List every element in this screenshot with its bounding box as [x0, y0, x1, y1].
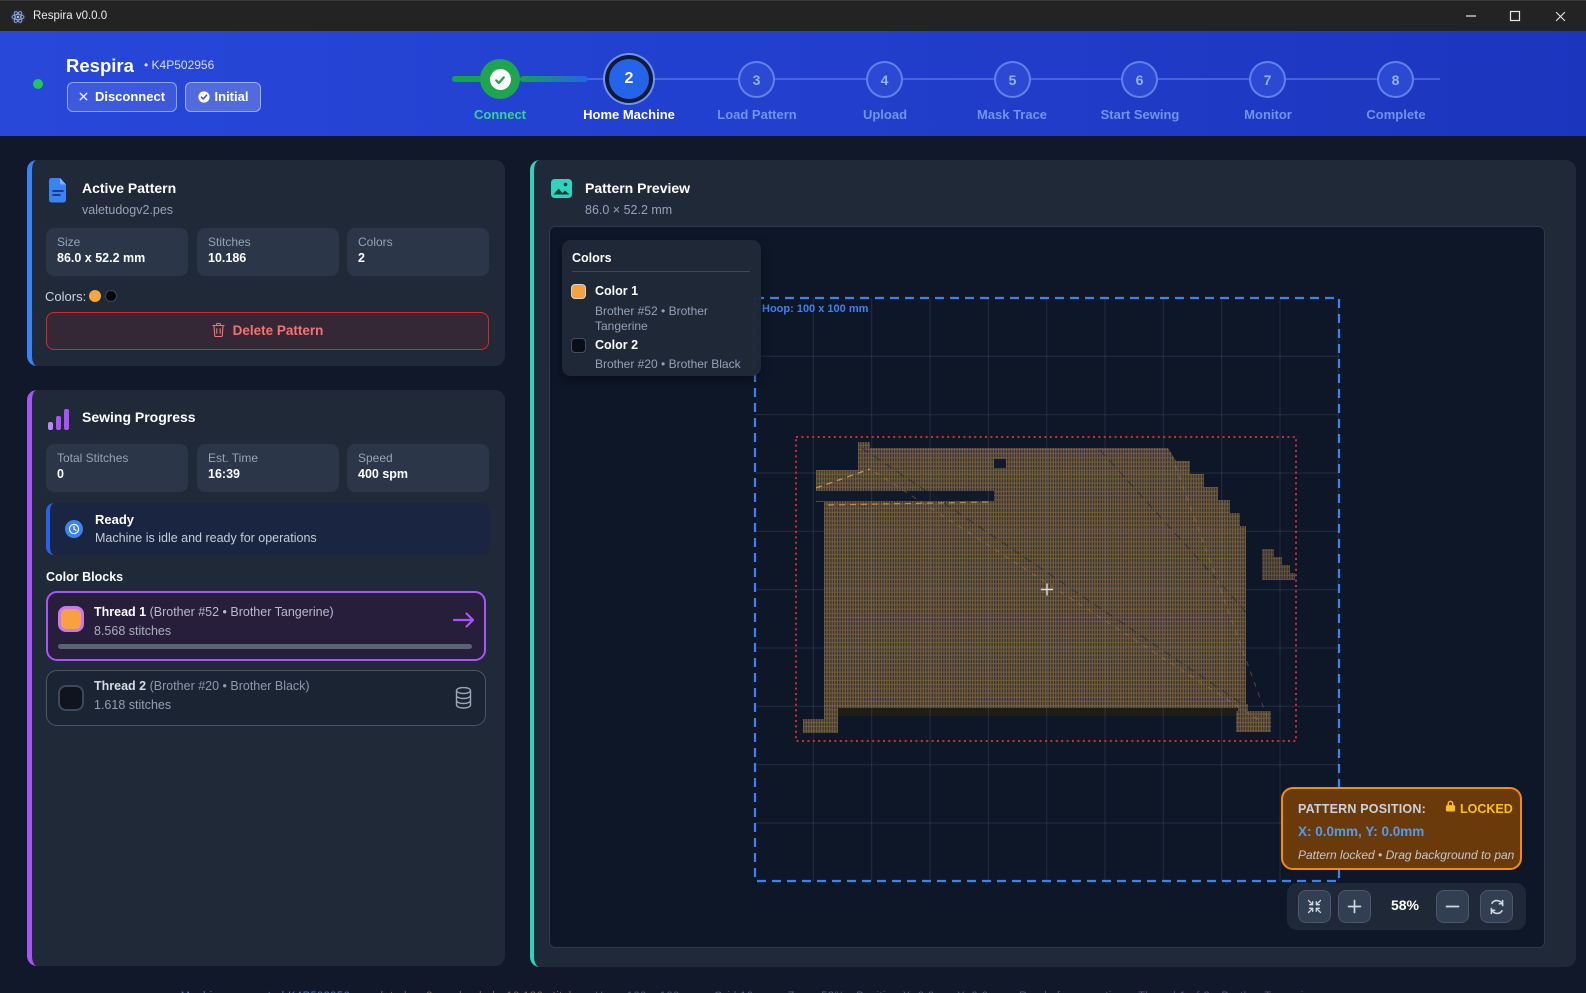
svg-text:Hoop: 100 x 100 mm: Hoop: 100 x 100 mm — [762, 303, 869, 315]
